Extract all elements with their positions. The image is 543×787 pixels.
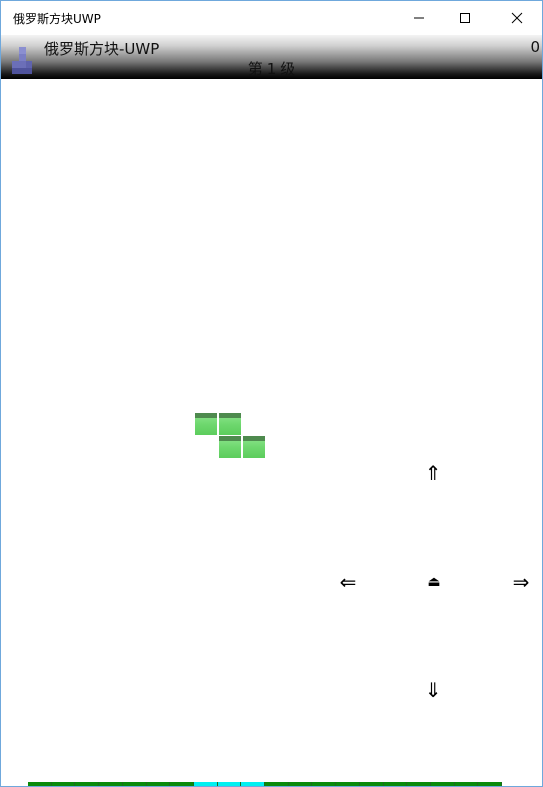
level-indicator: 第1级	[1, 58, 542, 79]
move-right-button[interactable]: ⇒	[506, 567, 536, 597]
close-button[interactable]	[494, 1, 540, 35]
close-icon	[511, 12, 523, 24]
window-title: 俄罗斯方块UWP	[13, 12, 101, 26]
piece-cell	[219, 413, 241, 435]
strip-segment	[122, 782, 147, 786]
level-value: 1	[266, 60, 277, 78]
title-bar[interactable]: 俄罗斯方块UWP	[1, 1, 542, 35]
strip-segment	[454, 782, 479, 786]
strip-segment	[336, 782, 360, 786]
minimize-button[interactable]	[396, 1, 442, 35]
strip-segment	[170, 782, 194, 786]
strip-segment	[28, 782, 52, 786]
app-window: 俄罗斯方块UWP 俄罗斯方块-UWP 0 第1级 ⇑ ⇐ ⏏ ⇒ ⇓	[0, 0, 543, 787]
piece-cell	[195, 413, 217, 435]
strip-segment	[193, 782, 218, 786]
strip-segment	[312, 782, 337, 786]
progress-strip	[28, 782, 503, 786]
maximize-button[interactable]	[442, 1, 488, 35]
strip-segment	[478, 782, 503, 786]
game-board[interactable]	[1, 79, 542, 786]
level-suffix: 级	[280, 60, 296, 78]
rotate-button[interactable]: ⏏	[419, 567, 449, 597]
move-up-button[interactable]: ⇑	[418, 458, 448, 488]
piece-cell	[243, 436, 265, 458]
app-name: 俄罗斯方块-UWP	[44, 40, 160, 58]
strip-segment	[146, 782, 171, 786]
score-value: 0	[530, 38, 540, 56]
strip-segment	[51, 782, 76, 786]
app-header: 俄罗斯方块-UWP 0 第1级	[1, 35, 542, 79]
move-left-button[interactable]: ⇐	[333, 567, 363, 597]
move-down-button[interactable]: ⇓	[418, 675, 448, 705]
strip-segment	[99, 782, 123, 786]
minimize-icon	[414, 17, 424, 19]
level-prefix: 第	[247, 60, 263, 78]
strip-segment	[383, 782, 408, 786]
strip-segment	[75, 782, 100, 786]
strip-segment	[241, 782, 266, 786]
strip-segment	[359, 782, 384, 786]
piece-cell	[219, 436, 241, 458]
strip-segment	[407, 782, 431, 786]
strip-segment	[430, 782, 455, 786]
maximize-icon	[460, 13, 470, 23]
strip-segment	[288, 782, 313, 786]
strip-segment	[265, 782, 289, 786]
strip-segment	[217, 782, 242, 786]
